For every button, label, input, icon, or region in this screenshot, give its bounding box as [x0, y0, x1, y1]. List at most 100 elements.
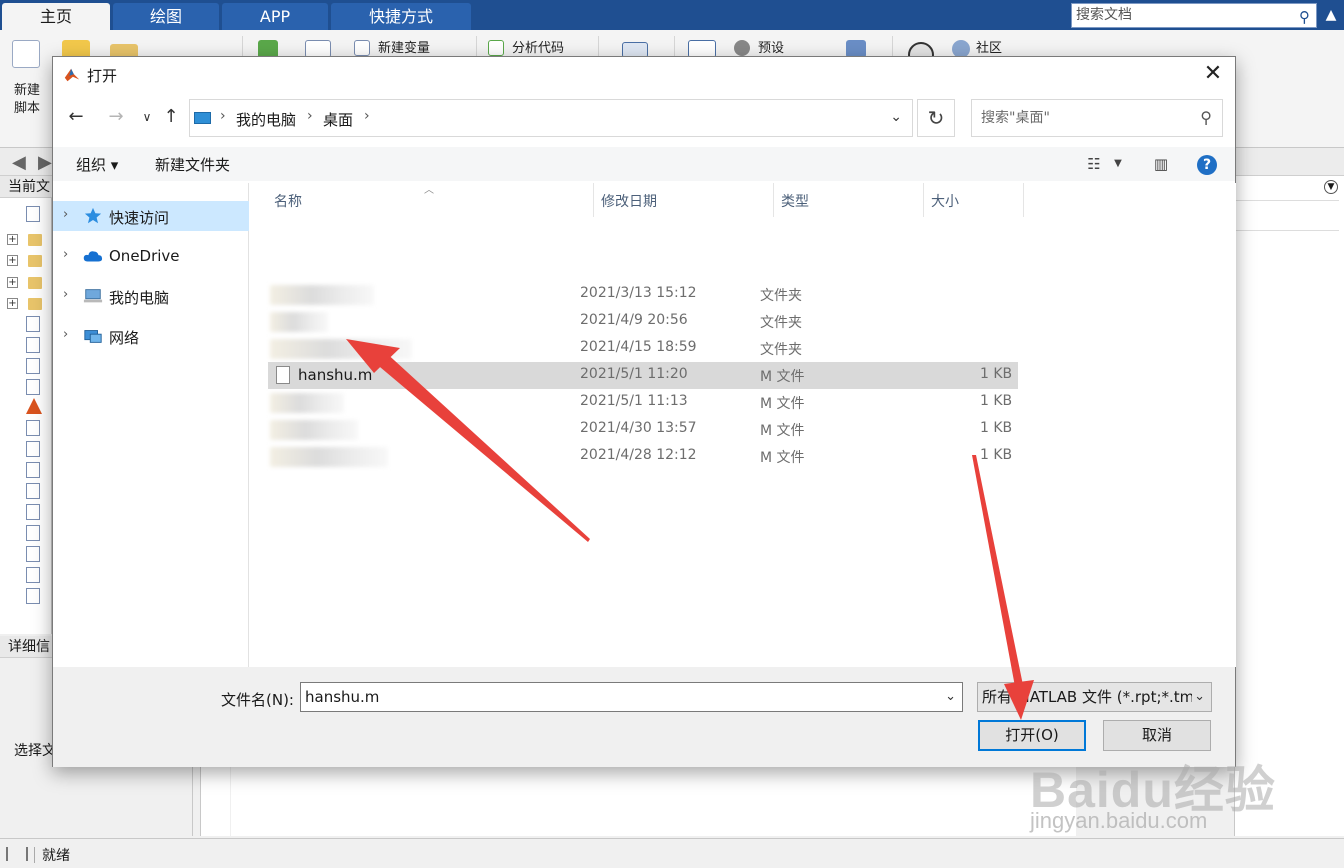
status-grip-icon: [6, 847, 28, 861]
folder-icon: [28, 234, 42, 246]
up-arrow-icon: ↑: [163, 106, 179, 127]
breadcrumb-my-computer[interactable]: 我的电脑: [236, 109, 296, 130]
file-list: ︿ 名称 修改日期 类型 大小 2021/3/13 15:12 文件夹 2021…: [250, 183, 1236, 667]
file-icon: [26, 316, 40, 332]
table-row-selected[interactable]: hanshu.m 2021/5/1 11:20 M 文件 1 KB: [268, 362, 1018, 389]
sort-ascending-icon: ︿: [424, 185, 434, 196]
row-date: 2021/4/30 13:57: [580, 420, 697, 436]
close-button[interactable]: ✕: [1191, 57, 1235, 93]
column-divider[interactable]: [773, 183, 774, 217]
search-icon[interactable]: ⚲: [1299, 6, 1310, 29]
table-row[interactable]: 2021/4/15 18:59 文件夹: [268, 335, 1018, 362]
file-icon: [26, 504, 40, 520]
filetype-select[interactable]: 所有 MATLAB 文件 (*.rpt;*.tm ⌄: [977, 682, 1212, 712]
refresh-button[interactable]: ↻: [917, 99, 955, 137]
file-icon: [26, 525, 40, 541]
organize-menu[interactable]: 组织 ▾: [76, 154, 118, 175]
filename-input[interactable]: hanshu.m ⌄: [300, 682, 963, 712]
table-row[interactable]: 2021/4/9 20:56 文件夹: [268, 308, 1018, 335]
collapse-ribbon-icon[interactable]: ▲: [1320, 4, 1342, 26]
chevron-right-icon[interactable]: ›: [307, 108, 313, 124]
chevron-right-icon[interactable]: ›: [63, 327, 68, 342]
tree-expand-icon[interactable]: +: [7, 234, 18, 245]
row-type: M 文件: [760, 369, 805, 385]
tab-shortcuts[interactable]: 快捷方式: [331, 3, 471, 30]
nav-item-onedrive[interactable]: › OneDrive: [53, 241, 249, 271]
address-dropdown-icon[interactable]: ⌄: [890, 109, 902, 125]
table-row[interactable]: 2021/3/13 15:12 文件夹: [268, 281, 1018, 308]
view-list-icon[interactable]: ☷: [1083, 153, 1105, 175]
file-icon: [26, 567, 40, 583]
nav-item-my-computer[interactable]: › 我的电脑: [53, 281, 249, 311]
computer-icon: [83, 289, 103, 303]
tab-home[interactable]: 主页: [2, 3, 110, 30]
cancel-button[interactable]: 取消: [1103, 720, 1211, 751]
row-size: 1 KB: [980, 366, 1013, 382]
tab-apps[interactable]: APP: [222, 3, 328, 30]
filename-value: hanshu.m: [305, 688, 380, 706]
nav-item-network[interactable]: › 网络: [53, 321, 249, 351]
chevron-right-icon[interactable]: ›: [63, 287, 68, 302]
up-button[interactable]: ↑: [159, 105, 183, 129]
preview-pane-icon[interactable]: ▥: [1151, 153, 1171, 175]
help-icon[interactable]: ?: [1197, 155, 1217, 175]
close-icon: ✕: [1203, 61, 1223, 86]
back-arrow-icon[interactable]: ◀: [12, 152, 26, 173]
chevron-right-icon[interactable]: ›: [63, 207, 68, 222]
new-variable-icon[interactable]: [354, 40, 370, 56]
panel-menu-icon[interactable]: ▼: [1324, 180, 1338, 194]
details-select-hint: 选择文: [14, 743, 56, 759]
chevron-right-icon[interactable]: ›: [63, 247, 68, 262]
new-folder-button[interactable]: 新建文件夹: [155, 154, 230, 175]
column-header-type[interactable]: 类型: [781, 191, 809, 211]
column-header-size[interactable]: 大小: [931, 191, 959, 211]
row-size: 1 KB: [980, 447, 1013, 463]
folder-search-input[interactable]: 搜索"桌面" ⚲: [971, 99, 1223, 137]
column-divider[interactable]: [1023, 183, 1024, 217]
file-icon: [26, 483, 40, 499]
chevron-right-icon[interactable]: ›: [364, 108, 370, 124]
nav-item-quick-access[interactable]: › 快速访问: [53, 201, 249, 231]
tree-expand-icon[interactable]: +: [7, 277, 18, 288]
file-icon: [26, 379, 40, 395]
view-options-chevron-icon[interactable]: ▼: [1111, 153, 1125, 175]
column-header-name[interactable]: 名称: [274, 191, 302, 211]
panel-header-line: [1235, 200, 1339, 201]
table-row[interactable]: 2021/4/30 13:57 M 文件 1 KB: [268, 416, 1018, 443]
chevron-down-icon[interactable]: ⌄: [1192, 683, 1205, 711]
forward-arrow-icon: →: [108, 106, 124, 127]
column-divider[interactable]: [923, 183, 924, 217]
command-window[interactable]: [231, 766, 1076, 836]
address-bar[interactable]: › 我的电脑 › 桌面 › ⌄: [189, 99, 913, 137]
forward-button[interactable]: →: [104, 105, 128, 129]
search-icon: ⚲: [1200, 108, 1212, 127]
network-icon: [84, 330, 102, 343]
computer-icon: [194, 112, 211, 124]
gear-icon[interactable]: [734, 40, 750, 56]
column-header-date[interactable]: 修改日期: [601, 191, 657, 211]
recent-locations-button[interactable]: ∨: [135, 105, 159, 129]
new-script-label-1: 新建: [14, 83, 41, 98]
tab-plots[interactable]: 绘图: [113, 3, 219, 30]
new-script-label-2: 脚本: [14, 101, 41, 116]
chevron-right-icon[interactable]: ›: [220, 108, 226, 124]
tree-expand-icon[interactable]: +: [7, 255, 18, 266]
current-folder-panel: + + + +: [0, 198, 52, 634]
blurred-name: [270, 312, 328, 332]
row-type: 文件夹: [760, 288, 802, 304]
back-button[interactable]: ←: [64, 105, 88, 129]
open-button[interactable]: 打开(O): [978, 720, 1086, 751]
new-script-icon[interactable]: [12, 40, 40, 68]
command-window-gutter: [200, 766, 230, 836]
doc-search-input[interactable]: 搜索文档 ⚲: [1071, 3, 1317, 28]
table-row[interactable]: 2021/4/28 12:12 M 文件 1 KB: [268, 443, 1018, 470]
row-date: 2021/5/1 11:13: [580, 393, 688, 409]
tree-expand-icon[interactable]: +: [7, 298, 18, 309]
analyze-code-icon[interactable]: [488, 40, 504, 56]
forward-arrow-icon[interactable]: ▶: [38, 152, 52, 173]
breadcrumb-desktop[interactable]: 桌面: [323, 109, 353, 130]
chevron-down-icon[interactable]: ⌄: [945, 683, 956, 711]
column-divider[interactable]: [593, 183, 594, 217]
chevron-down-icon: ∨: [142, 110, 152, 124]
table-row[interactable]: 2021/5/1 11:13 M 文件 1 KB: [268, 389, 1018, 416]
